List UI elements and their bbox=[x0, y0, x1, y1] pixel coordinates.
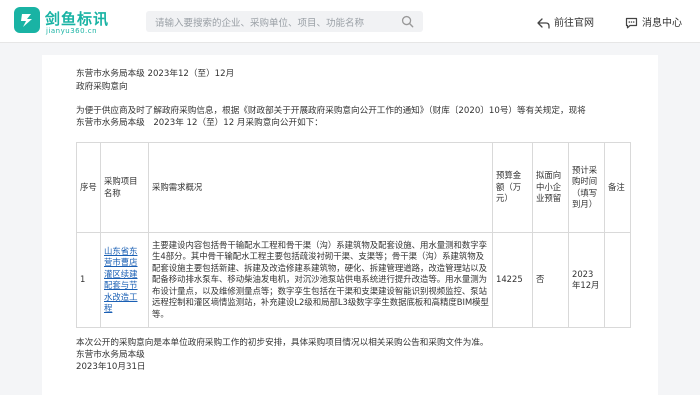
brand-sub: jianyu360.cn bbox=[46, 27, 98, 35]
logo-mark-icon bbox=[14, 7, 40, 33]
doc-title-line1: 东营市水务局本级 2023年12（至）12月 bbox=[76, 69, 235, 79]
procurement-table: 序号 采购项目名称 采购需求概况 预算金额（万元） 拟面向中小企业预留 预计采购… bbox=[76, 142, 631, 328]
header-sme: 拟面向中小企业预留 bbox=[532, 142, 569, 233]
table-header-row: 序号 采购项目名称 采购需求概况 预算金额（万元） 拟面向中小企业预留 预计采购… bbox=[76, 142, 631, 233]
cell-seq: 1 bbox=[76, 232, 101, 328]
doc-footer-line3: 2023年10月31日 bbox=[76, 362, 146, 372]
logo[interactable]: 剑鱼标讯 jianyu360.cn bbox=[14, 7, 126, 37]
header-desc: 采购需求概况 bbox=[148, 142, 493, 233]
cell-time: 2023年12月 bbox=[568, 232, 605, 328]
doc-intro-line2: 东营市水务局本级 2023年 12（至）12 月采购意向公开如下： bbox=[76, 118, 323, 128]
go-official-site-link[interactable]: 前往官网 bbox=[537, 14, 594, 29]
brand-name: 剑鱼标讯 bbox=[45, 10, 110, 28]
message-icon bbox=[625, 17, 638, 29]
header-name: 采购项目名称 bbox=[100, 142, 149, 233]
header-time: 预计采购时间（填写到月） bbox=[568, 142, 605, 233]
doc-title-line2: 政府采购意向 bbox=[76, 82, 128, 92]
doc-footer-line1: 本次公开的采购意向是本单位政府采购工作的初步安排，具体采购项目情况以相关采购公告… bbox=[76, 338, 489, 348]
message-center-link[interactable]: 消息中心 bbox=[625, 14, 682, 29]
search-input[interactable]: 请输入要搜索的企业、采购单位、项目、功能名称 bbox=[146, 11, 423, 32]
table-row: 1 山东省东营市曹店灌区续建配套与节水改造工程 主要建设内容包括骨干输配水工程和… bbox=[76, 232, 631, 328]
header-seq: 序号 bbox=[76, 142, 101, 233]
header-note: 备注 bbox=[604, 142, 631, 233]
cell-sme: 否 bbox=[532, 232, 569, 328]
search-icon[interactable] bbox=[401, 15, 414, 28]
go-official-site-label: 前往官网 bbox=[554, 18, 594, 29]
search-placeholder: 请输入要搜索的企业、采购单位、项目、功能名称 bbox=[155, 18, 365, 29]
message-center-label: 消息中心 bbox=[642, 18, 682, 29]
cell-note bbox=[604, 232, 631, 328]
header-budget: 预算金额（万元） bbox=[492, 142, 533, 233]
top-bar: 剑鱼标讯 jianyu360.cn 请输入要搜索的企业、采购单位、项目、功能名称… bbox=[0, 0, 700, 43]
project-name-link[interactable]: 山东省东营市曹店灌区续建配套与节水改造工程 bbox=[104, 246, 138, 314]
cell-desc: 主要建设内容包括骨干输配水工程和骨干渠（沟）系建筑物及配套设施、用水量测和数字孪… bbox=[148, 232, 493, 328]
cell-name[interactable]: 山东省东营市曹店灌区续建配套与节水改造工程 bbox=[100, 232, 149, 328]
back-arrow-icon bbox=[537, 17, 550, 29]
cell-budget: 14225 bbox=[492, 232, 533, 328]
doc-footer-line2: 东营市水务局本级 bbox=[76, 350, 145, 360]
doc-intro-line1: 为便于供应商及时了解政府采购信息，根据《财政部关于开展政府采购意向公开工作的通知… bbox=[76, 106, 586, 116]
